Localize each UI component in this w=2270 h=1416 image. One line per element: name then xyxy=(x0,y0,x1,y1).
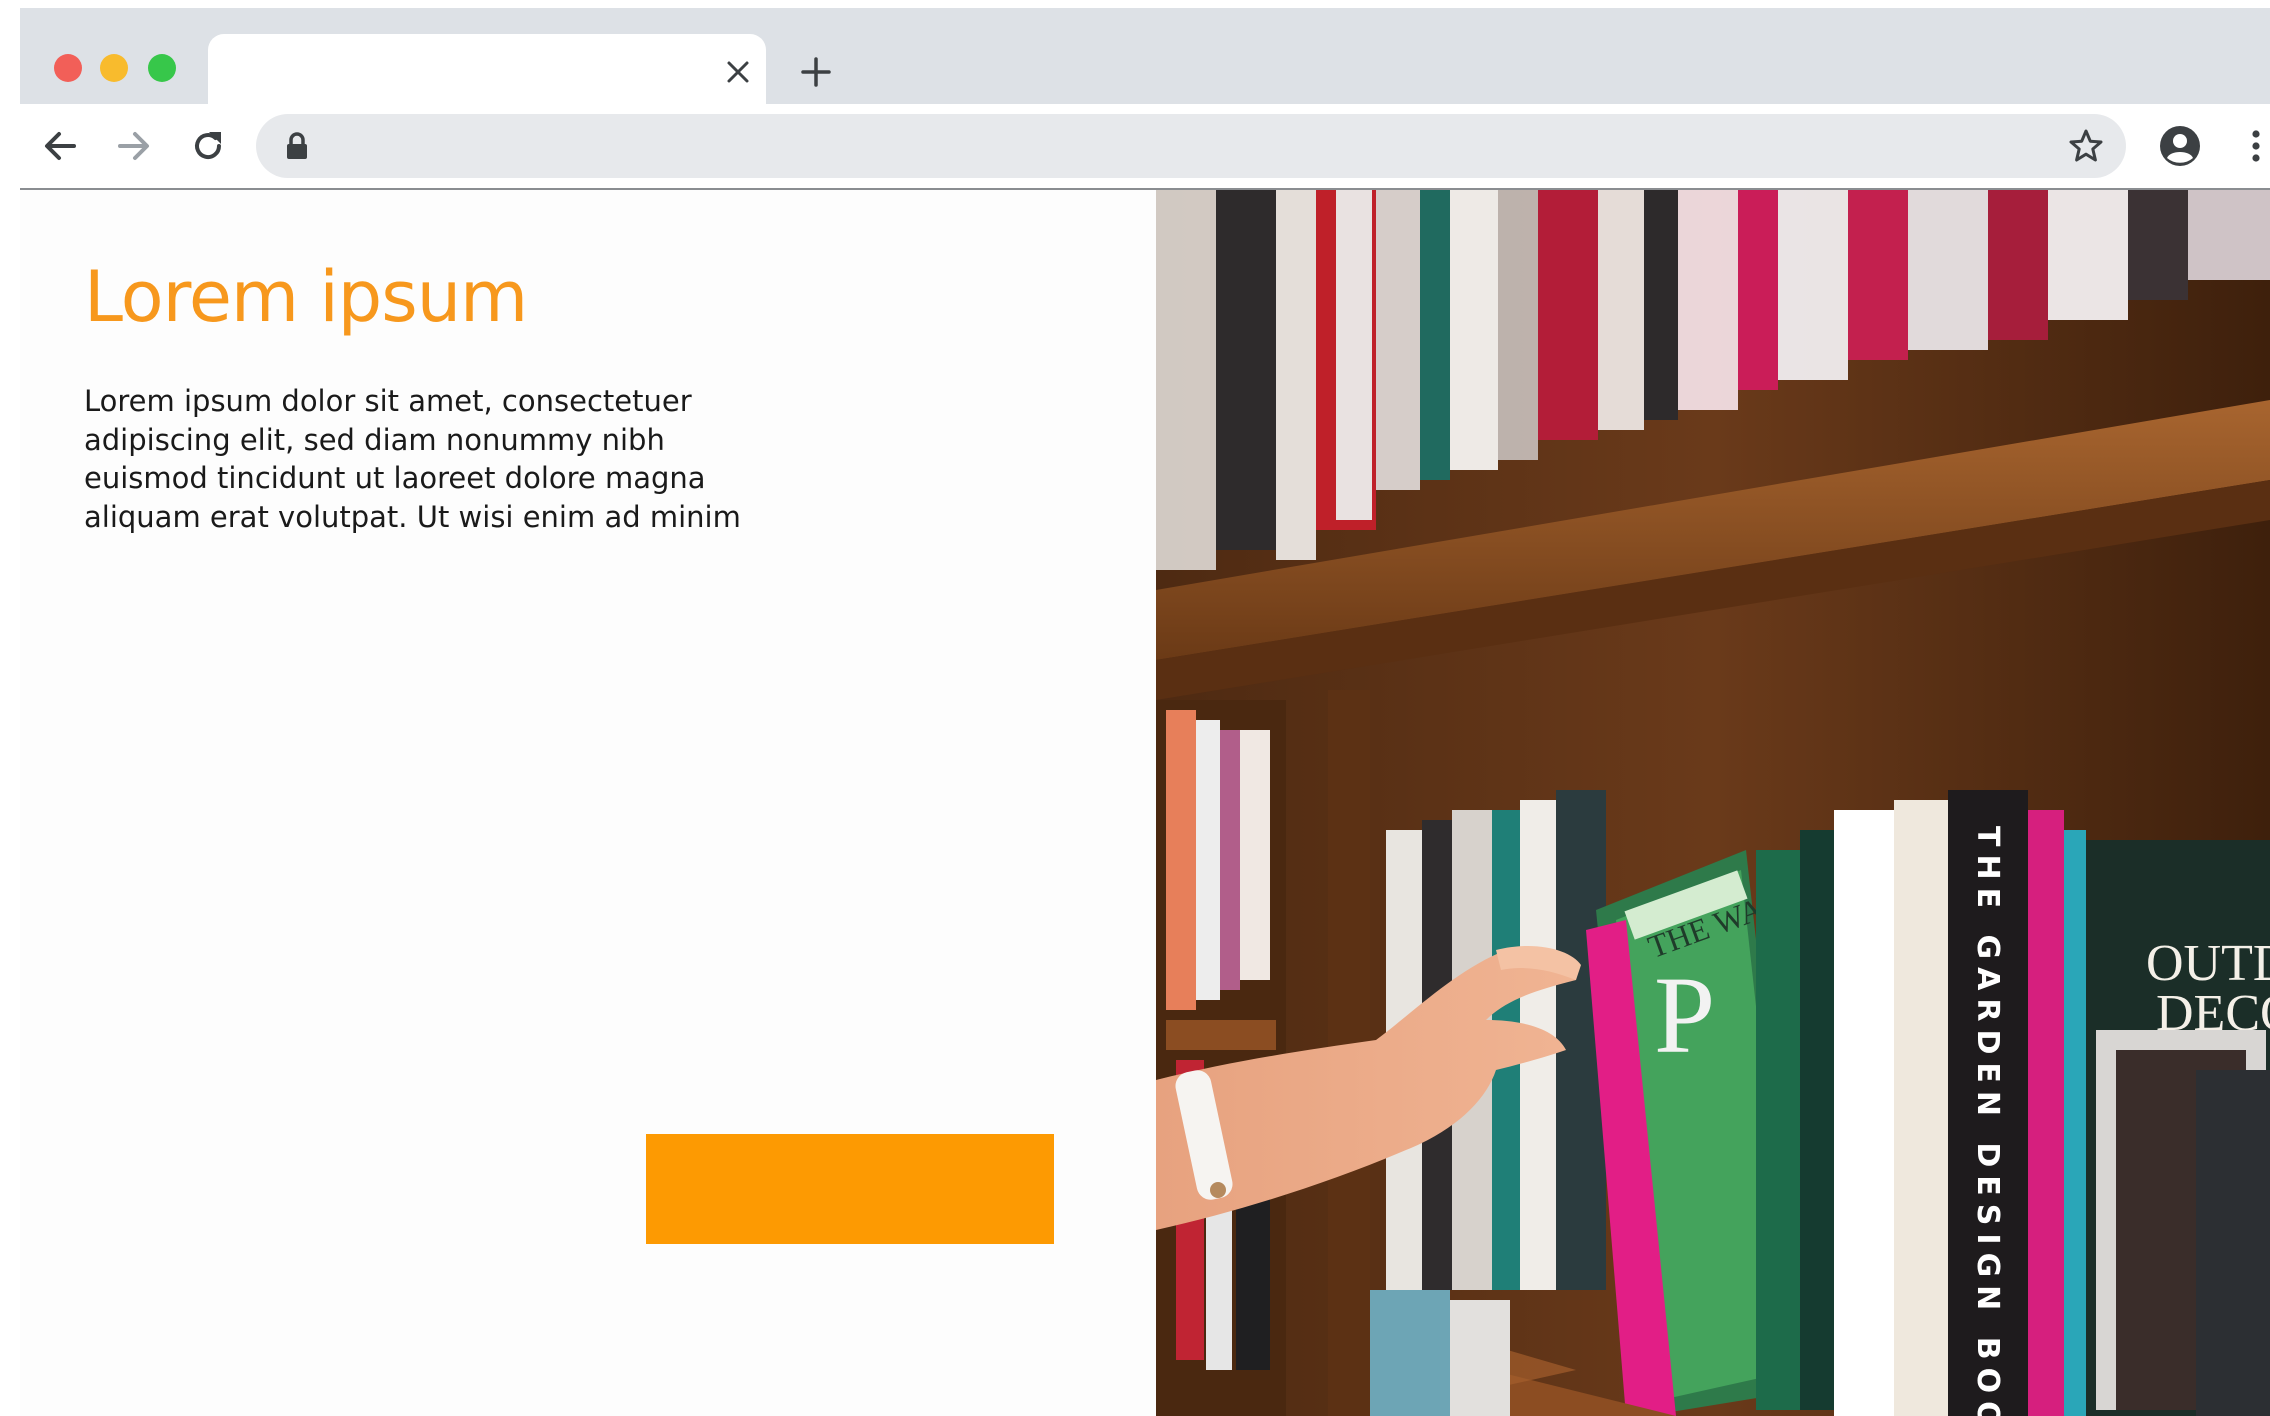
book-spine-text: THE GARDEN DESIGN BOOK xyxy=(1970,826,2005,1416)
page-title: Lorem ipsum xyxy=(84,256,528,338)
page-content: Lorem ipsum Lorem ipsum dolor sit amet, … xyxy=(20,190,2270,1416)
forward-arrow-icon[interactable] xyxy=(110,122,158,170)
intro-paragraph: Lorem ipsum dolor sit amet, consectetuer… xyxy=(84,384,741,534)
book-cover-outdoor: OUTDO xyxy=(2146,935,2270,992)
minimize-window-button[interactable] xyxy=(100,54,128,82)
address-bar[interactable] xyxy=(256,114,2126,178)
close-window-button[interactable] xyxy=(54,54,82,82)
hero-text-panel: Lorem ipsum Lorem ipsum dolor sit amet, … xyxy=(20,190,1156,1416)
book-cover-letter: P xyxy=(1654,954,1715,1076)
star-icon[interactable] xyxy=(2066,126,2106,166)
lock-icon xyxy=(284,132,310,160)
back-arrow-icon[interactable] xyxy=(36,122,84,170)
close-icon[interactable] xyxy=(718,52,758,92)
maximize-window-button[interactable] xyxy=(148,54,176,82)
browser-tab-active[interactable] xyxy=(208,34,766,112)
cta-button[interactable] xyxy=(646,1134,1054,1244)
browser-tab-bar xyxy=(20,8,2270,112)
account-circle-icon[interactable] xyxy=(2156,122,2204,170)
kebab-menu-icon[interactable] xyxy=(2244,122,2268,170)
browser-toolbar xyxy=(20,104,2270,190)
library-bookshelf-image: P THE WAY THE GARDEN DESIGN BOOK OUTDO D… xyxy=(1156,190,2270,1416)
url-input[interactable] xyxy=(328,131,2032,163)
reload-icon[interactable] xyxy=(184,122,232,170)
plus-icon[interactable] xyxy=(794,50,838,94)
